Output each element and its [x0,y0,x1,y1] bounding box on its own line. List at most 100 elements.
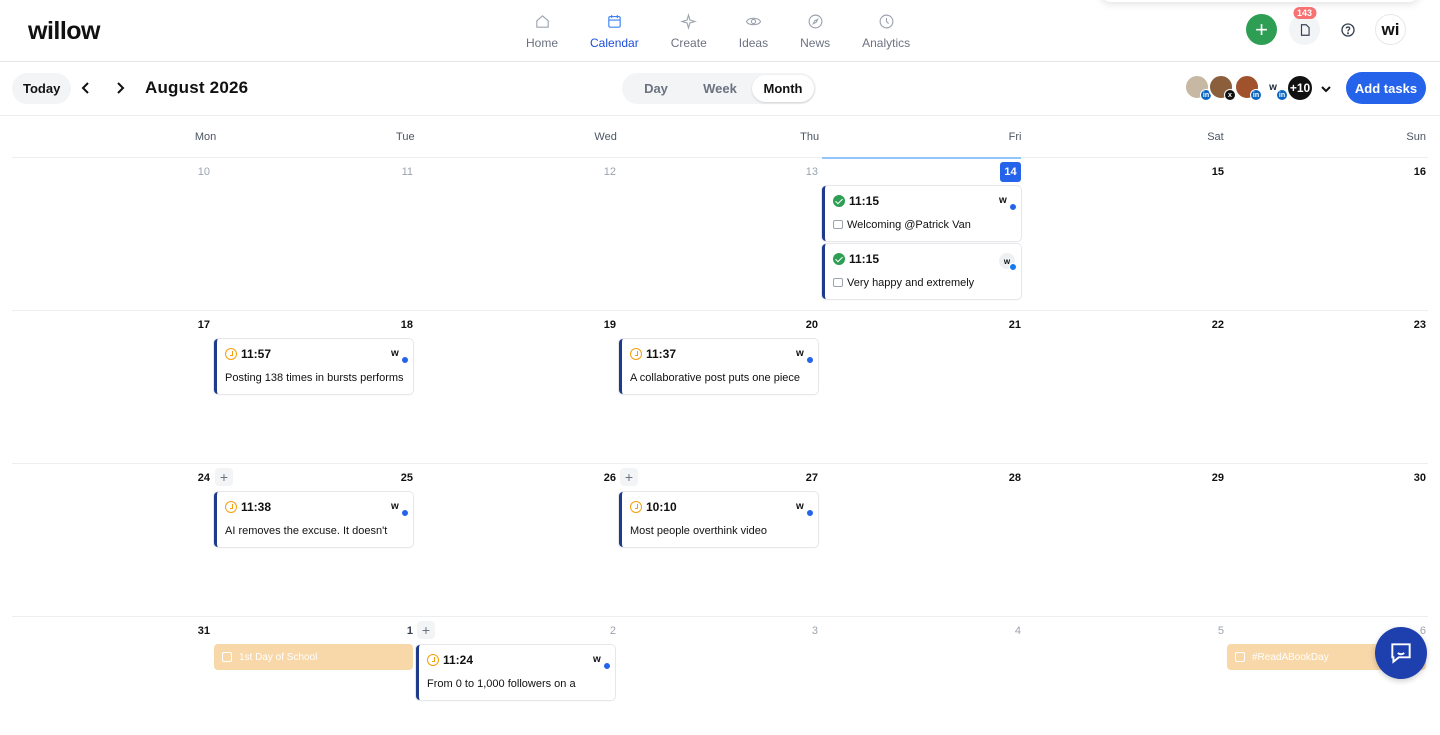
post-card[interactable]: 11:24 w From 0 to 1,000 followers on a [416,645,615,700]
notifications-button[interactable]: 143 [1289,7,1320,45]
linkedin-icon [401,509,409,517]
post-card[interactable]: 11:37 w A collaborative post puts one pi… [619,339,818,394]
month-grid: 10 11 12 13 14 15 16 11:15 w Welcoming @… [12,157,1428,735]
post-time: 11:57 [241,347,272,361]
post-preview: A collaborative post puts one piece [630,372,801,384]
nav-calendar[interactable]: Calendar [590,0,639,62]
week-row: 31 1 + 2 3 4 5 6 1st Day of School 11:24… [12,616,1428,735]
calendar-icon [608,15,621,28]
day-number[interactable]: 17 [198,319,210,331]
avatar: in [1234,74,1262,101]
scheduled-clock-icon [225,348,237,360]
day-number[interactable]: 30 [1414,472,1426,484]
weekday-header: Mon Tue Wed Thu Fri Sat Sun [12,117,1428,157]
day-number[interactable]: 25 [401,472,413,484]
today-indicator [822,157,1021,159]
week-row: 10 11 12 13 14 15 16 11:15 w Welcoming @… [12,157,1428,310]
next-month-button[interactable] [110,77,130,99]
create-post-button[interactable]: + [1246,14,1277,45]
add-post-day-button[interactable]: + [620,468,638,486]
view-day-button[interactable]: Day [624,75,688,102]
add-post-day-button[interactable]: + [215,468,233,486]
day-number[interactable]: 18 [401,319,413,331]
nav-news[interactable]: News [800,0,830,62]
post-card[interactable]: 11:57 w Posting 138 times in bursts perf… [214,339,413,394]
day-number[interactable]: 3 [812,625,818,637]
day-number[interactable]: 27 [806,472,818,484]
view-week-button[interactable]: Week [688,75,752,102]
today-date-badge[interactable]: 14 [1000,162,1021,182]
day-number[interactable]: 16 [1414,166,1426,178]
day-number[interactable]: 20 [806,319,818,331]
linkedin-icon [806,356,814,364]
sparkle-icon [680,13,698,30]
day-number[interactable]: 19 [604,319,616,331]
post-time: 11:38 [241,500,272,514]
day-number[interactable]: 24 [198,472,210,484]
team-avatars[interactable]: in x in w in +10 [1184,74,1334,102]
document-icon [1300,23,1310,36]
day-number[interactable]: 13 [806,166,818,178]
day-number[interactable]: 4 [1015,625,1021,637]
day-number[interactable]: 1 [407,625,413,637]
post-preview: Very happy and extremely [833,277,1018,289]
post-time: 11:24 [443,653,474,667]
previous-month-button[interactable] [76,77,96,99]
day-number[interactable]: 12 [604,166,616,178]
add-tasks-button[interactable]: Add tasks [1346,72,1426,104]
day-number[interactable]: 29 [1212,472,1224,484]
nav-ideas-label: Ideas [738,36,769,50]
support-chat-button[interactable] [1375,627,1427,679]
day-number[interactable]: 15 [1212,166,1224,178]
chevron-down-icon[interactable] [1320,82,1332,94]
day-number[interactable]: 2 [610,625,616,637]
view-month-button[interactable]: Month [752,75,814,102]
post-time: 11:37 [646,347,677,361]
post-card[interactable]: 11:15 w Welcoming @Patrick Van [822,186,1021,241]
event-label: #ReadABookDay [1252,651,1329,663]
nav-analytics[interactable]: Analytics [862,0,910,62]
weekday-label: Wed [594,131,617,143]
linkedin-icon [1009,203,1017,211]
scheduled-clock-icon [630,501,642,513]
day-number[interactable]: 31 [198,625,210,637]
nav-home[interactable]: Home [526,0,558,62]
post-card[interactable]: 11:15 w Very happy and extremely [822,244,1021,299]
workspace-button[interactable]: wi [1375,14,1406,45]
day-number[interactable]: 28 [1009,472,1021,484]
scheduled-clock-icon [427,654,439,666]
weekday-label: Sat [1207,131,1224,143]
event-label: 1st Day of School [239,651,318,663]
view-switcher: Day Week Month [622,73,816,104]
avatar: x [1208,74,1236,101]
home-icon [535,15,549,28]
account-icon: w [593,654,611,670]
nav-calendar-label: Calendar [590,36,639,50]
nav-news-label: News [800,36,831,50]
help-button[interactable] [1332,14,1363,45]
add-post-day-button[interactable]: + [417,621,435,639]
top-popover-edge [1100,0,1420,2]
day-number[interactable]: 23 [1414,319,1426,331]
post-preview: Posting 138 times in bursts performs [225,372,404,384]
weekday-label: Mon [194,131,217,143]
weekday-label: Sun [1406,131,1426,143]
day-number[interactable]: 10 [198,166,210,178]
nav-create[interactable]: Create [671,0,707,62]
day-number[interactable]: 5 [1218,625,1224,637]
nav-home-label: Home [526,36,559,50]
post-card[interactable]: 11:38 w AI removes the excuse. It doesn'… [214,492,413,547]
post-card[interactable]: 10:10 w Most people overthink video [619,492,818,547]
willow-logo[interactable]: willow [28,17,101,46]
day-number[interactable]: 26 [604,472,616,484]
day-number[interactable]: 11 [402,166,413,178]
day-number[interactable]: 21 [1009,319,1021,331]
today-button[interactable]: Today [12,73,72,104]
notification-badge: 143 [1292,7,1317,19]
main-nav: Home Calendar Create Ideas News Analytic… [510,0,926,62]
day-number[interactable]: 22 [1212,319,1224,331]
nav-ideas[interactable]: Ideas [739,0,768,62]
facebook-icon [1009,263,1017,271]
holiday-event[interactable]: 1st Day of School [214,644,413,670]
account-icon: w [391,348,409,364]
